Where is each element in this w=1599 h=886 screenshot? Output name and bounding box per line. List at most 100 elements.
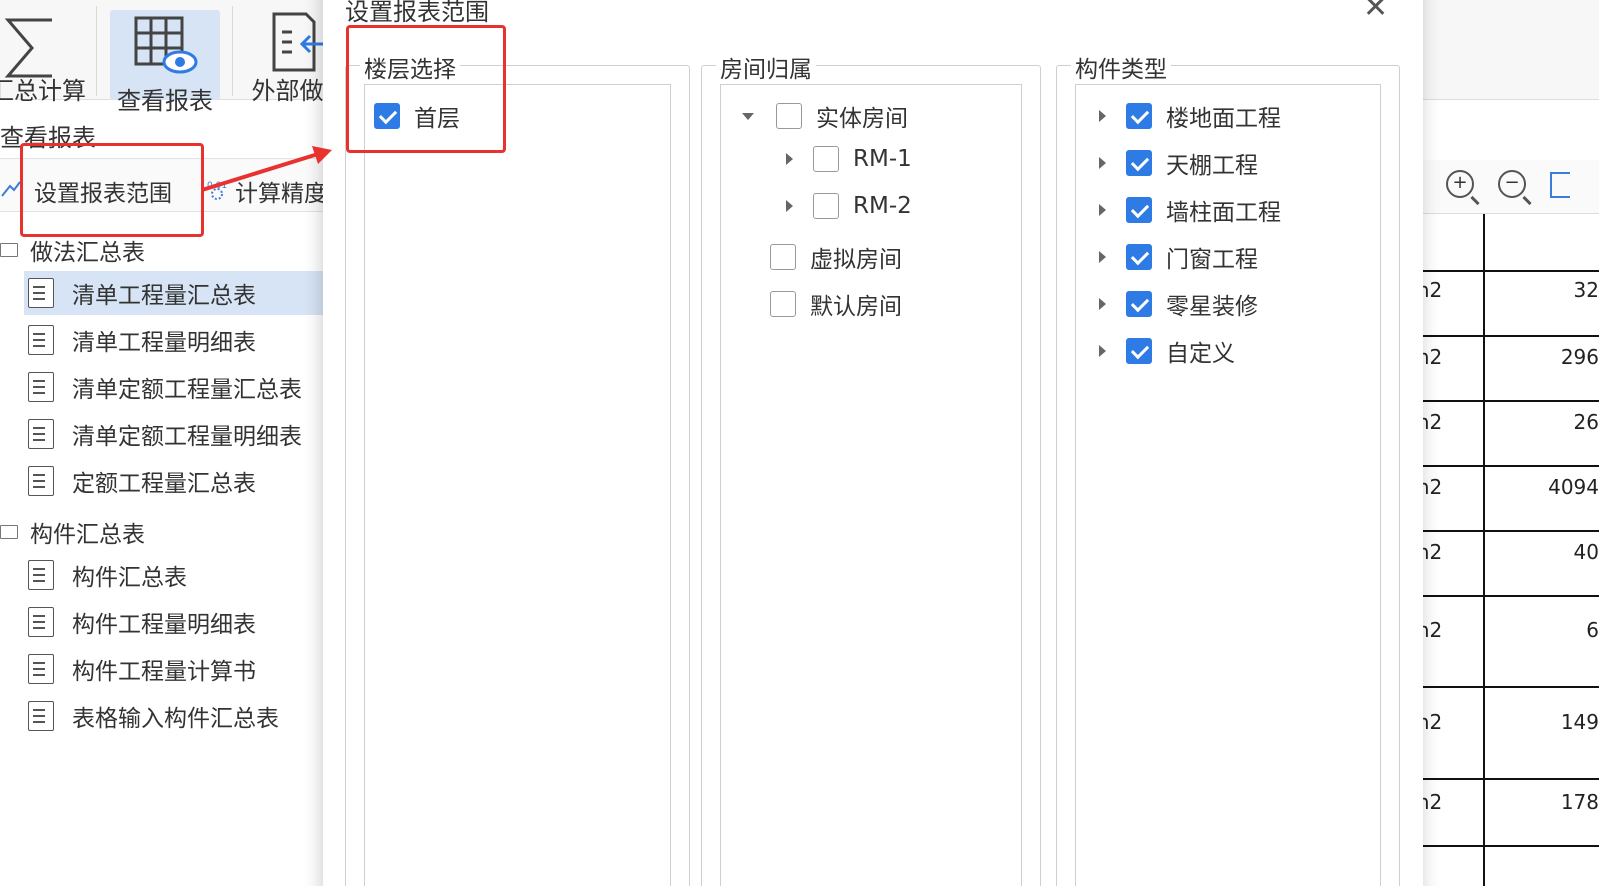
ribbon-toolbar: 汇总计算 查看报表 外部做 [0, 0, 330, 115]
expand-down-icon[interactable] [742, 112, 754, 120]
floor-item-first[interactable]: 首层 [374, 99, 460, 133]
tree-item-list-quota-detail[interactable]: 清单定额工程量明细表 [24, 412, 330, 456]
checkbox-checked[interactable] [1126, 244, 1152, 270]
tree-item-list-quota-summary[interactable]: 清单定额工程量汇总表 [24, 365, 330, 409]
expand-right-icon[interactable] [786, 200, 793, 212]
sum-calc-button[interactable]: 汇总计算 [0, 0, 86, 105]
zoom-out-icon[interactable]: − [1498, 170, 1526, 198]
tree-item-label: 清单定额工程量汇总表 [72, 377, 302, 403]
external-button[interactable]: 外部做 [240, 0, 335, 105]
zoom-in-icon[interactable]: + [1446, 170, 1474, 198]
component-item-floor[interactable]: 楼地面工程 [1099, 99, 1281, 133]
tree-item-quota-summary[interactable]: 定额工程量汇总表 [24, 459, 330, 503]
expand-right-icon[interactable] [786, 153, 793, 165]
component-item-custom[interactable]: 自定义 [1099, 334, 1235, 368]
table-row-line [1420, 335, 1599, 337]
room-item-label: 默认房间 [810, 294, 902, 320]
component-item-ceiling[interactable]: 天棚工程 [1099, 146, 1258, 180]
checkbox-unchecked[interactable] [813, 146, 839, 172]
room-ownership-legend: 房间归属 [716, 50, 816, 84]
room-item-rm1[interactable]: RM-1 [786, 146, 912, 172]
checkbox-checked[interactable] [1126, 197, 1152, 223]
view-report-button[interactable]: 查看报表 [110, 10, 220, 115]
room-item-label: 虚拟房间 [810, 247, 902, 273]
table-cell-value: 296 [1560, 345, 1599, 369]
room-item-real[interactable]: 实体房间 [742, 99, 908, 133]
component-item-label: 零星装修 [1166, 294, 1258, 320]
tree-item-component-calcbook[interactable]: 构件工程量计算书 [24, 647, 330, 691]
table-cell-value: 32 [1573, 278, 1599, 302]
room-item-label: RM-2 [853, 193, 912, 219]
table-cell-value: 26 [1573, 410, 1599, 434]
checkbox-checked[interactable] [1126, 338, 1152, 364]
report-document-icon [28, 607, 54, 637]
room-item-rm2[interactable]: RM-2 [786, 193, 912, 219]
expand-right-icon[interactable] [1099, 110, 1106, 122]
tree-item-component-summary[interactable]: 构件汇总表 [24, 553, 330, 597]
table-cell-value: 149 [1560, 710, 1599, 734]
ribbon-divider [232, 6, 233, 96]
checkbox-checked[interactable] [1126, 150, 1152, 176]
checkbox-unchecked[interactable] [770, 291, 796, 317]
tree-item-component-detail[interactable]: 构件工程量明细表 [24, 600, 330, 644]
component-item-label: 楼地面工程 [1166, 106, 1281, 132]
collapse-icon [0, 243, 18, 257]
table-row-line [1420, 595, 1599, 597]
floor-selection-group: 楼层选择 首层 [345, 50, 690, 886]
expand-right-icon[interactable] [1099, 345, 1106, 357]
tree-item-label: 表格输入构件汇总表 [72, 706, 279, 732]
room-item-default[interactable]: 默认房间 [770, 287, 902, 321]
tree-item-label: 定额工程量汇总表 [72, 471, 256, 497]
report-document-icon [28, 654, 54, 684]
close-icon[interactable]: ✕ [1363, 0, 1388, 25]
expand-right-icon[interactable] [1099, 157, 1106, 169]
tree-group-method-summary[interactable]: 做法汇总表 [0, 233, 145, 267]
tree-item-label: 清单定额工程量明细表 [72, 424, 302, 450]
table-row-line [1420, 686, 1599, 688]
component-item-wall[interactable]: 墙柱面工程 [1099, 193, 1281, 227]
floor-selection-legend: 楼层选择 [360, 50, 460, 84]
component-item-misc[interactable]: 零星装修 [1099, 287, 1258, 321]
checkbox-checked[interactable] [1126, 291, 1152, 317]
table-cell-value: 178 [1560, 790, 1599, 814]
expand-right-icon[interactable] [1099, 251, 1106, 263]
report-document-icon [28, 325, 54, 355]
table-cell-value: 40 [1573, 540, 1599, 564]
range-icon [1, 181, 21, 197]
tree-item-list-summary[interactable]: 清单工程量汇总表 [24, 271, 330, 315]
tree-item-label: 构件汇总表 [72, 565, 187, 591]
expand-right-icon[interactable] [1099, 298, 1106, 310]
fit-page-icon[interactable] [1550, 172, 1570, 198]
dialog-title: 设置报表范围 [345, 0, 489, 26]
room-item-label: 实体房间 [816, 106, 908, 132]
report-document-icon [28, 466, 54, 496]
tree-group-component-summary[interactable]: 构件汇总表 [0, 515, 145, 549]
set-report-range-dialog: 设置报表范围 ✕ 楼层选择 首层 房间归属 实体房间 RM-1 RM-2 虚拟房… [323, 0, 1423, 886]
tree-item-label: 构件工程量明细表 [72, 612, 256, 638]
tree-item-label: 构件工程量计算书 [72, 659, 256, 685]
table-row-line [1420, 400, 1599, 402]
expand-right-icon[interactable] [1099, 204, 1106, 216]
set-report-range-button[interactable]: 设置报表范围 [34, 174, 172, 208]
checkbox-unchecked[interactable] [776, 103, 802, 129]
checkbox-unchecked[interactable] [770, 244, 796, 270]
room-item-virtual[interactable]: 虚拟房间 [770, 240, 902, 274]
checkbox-checked[interactable] [374, 103, 400, 129]
tree-item-list-detail[interactable]: 清单工程量明细表 [24, 318, 330, 362]
checkbox-unchecked[interactable] [813, 193, 839, 219]
report-document-icon [28, 560, 54, 590]
component-item-label: 墙柱面工程 [1166, 200, 1281, 226]
tree-group-label: 构件汇总表 [30, 522, 145, 548]
component-type-group: 构件类型 楼地面工程 天棚工程 墙柱面工程 门窗工程 零星装修 自定义 [1056, 50, 1400, 886]
room-item-label: RM-1 [853, 146, 912, 172]
table-row-line [1420, 845, 1599, 847]
annotation-arrow [201, 146, 332, 192]
checkbox-checked[interactable] [1126, 103, 1152, 129]
report-document-icon [28, 278, 54, 308]
tree-item-table-input-summary[interactable]: 表格输入构件汇总表 [24, 694, 330, 738]
sum-calc-label: 汇总计算 [0, 77, 86, 105]
tree-item-label: 清单工程量汇总表 [72, 283, 256, 309]
table-cell-value: 4094 [1548, 475, 1599, 499]
component-item-label: 门窗工程 [1166, 247, 1258, 273]
component-item-door-window[interactable]: 门窗工程 [1099, 240, 1258, 274]
